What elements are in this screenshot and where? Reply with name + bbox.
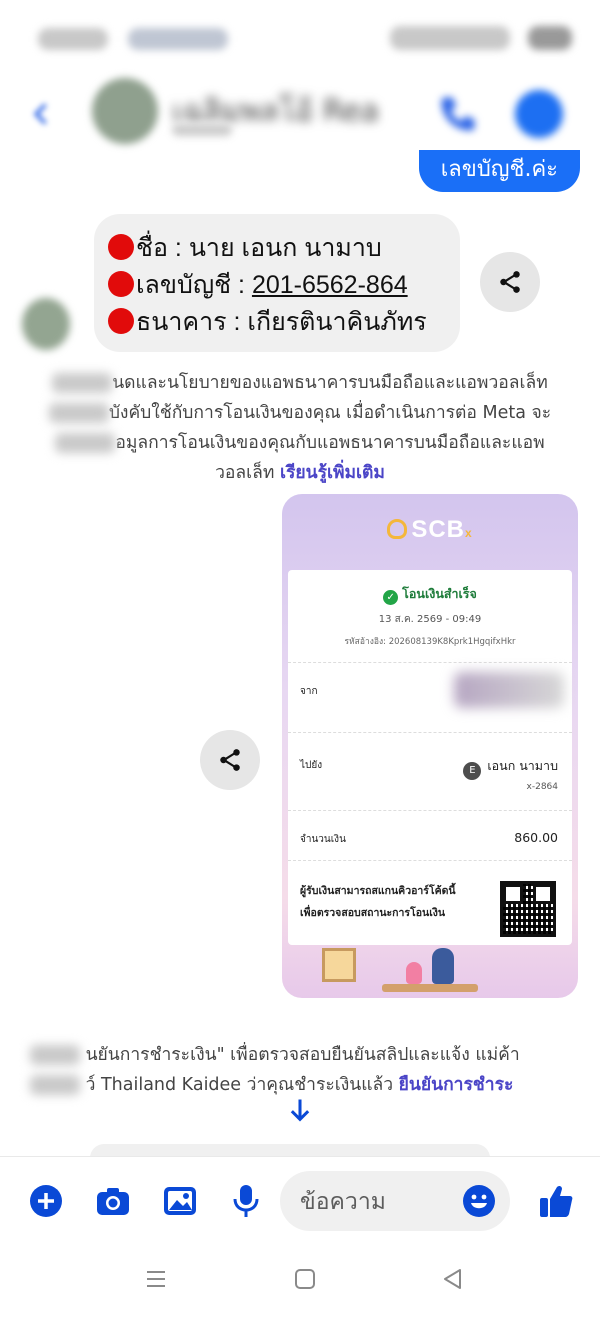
transfer-slip-image[interactable]: SCBx ✓ โอนเงินสำเร็จ 13 ส.ค. 2569 - 09:49… <box>282 494 578 998</box>
phone-icon[interactable] <box>436 92 480 136</box>
home-icon[interactable] <box>292 1266 318 1292</box>
camera-icon[interactable] <box>95 1183 131 1219</box>
divider <box>288 732 572 733</box>
learn-more-link[interactable]: เรียนรู้เพิ่มเติม <box>280 463 385 483</box>
red-circle-emoji <box>108 308 134 334</box>
divider <box>288 810 572 811</box>
share-button[interactable] <box>200 730 260 790</box>
system-navigation-bar <box>0 1248 600 1317</box>
status-bar <box>0 0 600 80</box>
slip-recipient: E เอนก นามาบ <box>463 756 558 780</box>
bank-logo-icon: E <box>463 762 482 780</box>
slip-from-label: จาก <box>300 686 318 697</box>
divider <box>288 662 572 663</box>
slip-datetime: 13 ส.ค. 2569 - 09:49 <box>378 614 482 625</box>
battery-icon <box>528 26 572 50</box>
red-circle-emoji <box>108 271 134 297</box>
plus-icon[interactable] <box>28 1183 64 1219</box>
emoji-icon[interactable] <box>462 1184 496 1218</box>
slip-amount-label: จำนวนเงิน <box>300 834 346 845</box>
slip-status: ✓ โอนเงินสำเร็จ <box>288 584 572 605</box>
message-line-bank: ธนาคาร : เกียรตินาคินภัทร <box>108 304 446 341</box>
share-button[interactable] <box>480 252 540 312</box>
slip-to-label: ไปยัง <box>300 760 323 771</box>
status-signal-icons <box>390 26 510 50</box>
slip-recipient-account: x-2864 <box>526 782 558 792</box>
slip-amount: 860.00 <box>514 830 558 845</box>
chat-header: เฉลิมพลโอ้ Rea <box>0 70 600 160</box>
contact-avatar[interactable] <box>92 78 158 144</box>
confirm-payment-link[interactable]: ยืนยันการชำระ <box>399 1075 514 1095</box>
contact-status <box>172 124 232 136</box>
scroll-down-arrow-icon[interactable] <box>286 1096 314 1124</box>
image-icon[interactable] <box>162 1183 198 1219</box>
account-number-link[interactable]: 201-6562-864 <box>252 271 408 299</box>
sender-avatar[interactable] <box>22 298 70 350</box>
incoming-message-bubble[interactable]: ชื่อ : นาย เอนก นามาบ เลขบัญชี : 201-656… <box>94 214 460 352</box>
check-icon: ✓ <box>383 590 399 605</box>
message-line-account: เลขบัญชี : 201-6562-864 <box>108 267 446 304</box>
message-composer <box>0 1156 600 1248</box>
red-circle-emoji <box>108 234 134 260</box>
back-arrow-icon[interactable] <box>28 100 56 128</box>
info-icon[interactable] <box>515 90 563 138</box>
back-icon[interactable] <box>440 1266 466 1292</box>
thumbs-up-icon[interactable] <box>538 1183 574 1219</box>
slip-from-redacted <box>454 672 564 708</box>
slip-card: ✓ โอนเงินสำเร็จ 13 ส.ค. 2569 - 09:49 รหัส… <box>288 570 572 945</box>
share-icon <box>220 749 240 771</box>
outgoing-message-bubble[interactable]: เลขบัญชี.ค่ะ <box>418 150 580 192</box>
slip-reference: รหัสอ้างอิง: 202608139K8Kprk1HgqifxHkr <box>344 637 516 647</box>
payment-notice: นดและนโยบายของแอพธนาคารบนมือถือและแอพวอล… <box>26 368 574 488</box>
slip-qr-caption: ผู้รับเงินสามารถสแกนคิวอาร์โค้ดนี้ เพื่อ… <box>300 885 456 919</box>
status-time <box>38 28 108 50</box>
scb-logo-icon <box>387 519 408 539</box>
status-notification-icons <box>128 28 228 50</box>
share-icon <box>500 271 520 293</box>
message-line-name: ชื่อ : นาย เอนก นามาบ <box>108 230 446 267</box>
slip-illustration <box>282 942 578 998</box>
outgoing-message-text: เลขบัญชี.ค่ะ <box>440 157 558 182</box>
recent-apps-icon[interactable] <box>143 1266 169 1292</box>
confirm-payment-notice: นยันการชำระเงิน" เพื่อตรวจสอบยืนยันสลิปแ… <box>30 1040 576 1100</box>
divider <box>288 860 572 861</box>
scb-logo: SCBx <box>282 516 578 544</box>
microphone-icon[interactable] <box>228 1183 264 1219</box>
qr-code <box>500 881 556 937</box>
